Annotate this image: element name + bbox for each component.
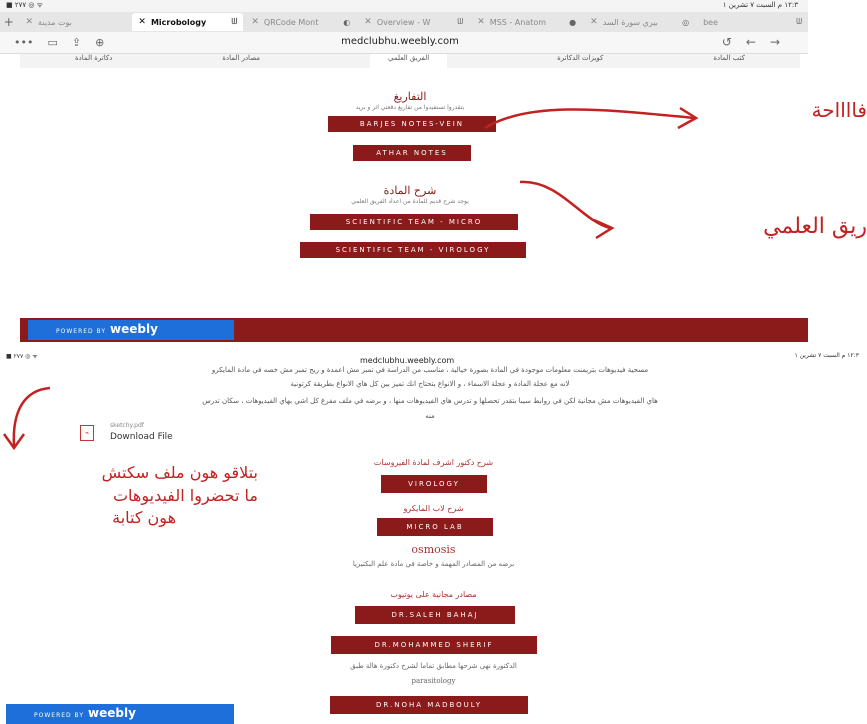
close-icon[interactable]: ✕: [590, 17, 598, 27]
close-icon[interactable]: ✕: [477, 17, 485, 27]
annotation-text: فااااحة: [811, 98, 867, 122]
powered-label: POWERED BY: [34, 712, 85, 719]
close-icon[interactable]: ✕: [138, 17, 146, 27]
tab-label: Microbology: [150, 17, 207, 27]
status-bar: ■ ٢٧٧ ◎ ᯤ ١٢:٣ م السبت ٧ تشرين ١: [0, 0, 808, 12]
bottom-screenshot: ■ ٢٧٧ ◎ ᯤ medclubhu.weebly.com ١٢:٣ م ال…: [0, 350, 867, 724]
more-icon[interactable]: •••: [14, 36, 33, 49]
download-file-link[interactable]: Download File: [110, 432, 173, 442]
new-tab-icon[interactable]: +: [0, 15, 17, 29]
status-left: ■ ٢٧٧ ◎ ᯤ: [6, 353, 38, 360]
annotation-text: هون كتابة: [112, 508, 176, 527]
dr-saleh-button[interactable]: DR.SALEH BAHAJ: [355, 606, 515, 624]
nav-item-active[interactable]: الفريق العلمي: [370, 54, 448, 68]
note-text: الدكتورة نهى شرحها مطابق تماما لشرح دكتو…: [350, 662, 517, 670]
dr-noha-button[interactable]: DR.NOHA MADBOULY: [330, 696, 528, 714]
powered-by-weebly[interactable]: POWERED BY weebly: [6, 704, 234, 724]
status-right: ١٢:٣ م السبت ٧ تشرين ١: [794, 352, 859, 359]
weebly-logo: weebly: [110, 322, 158, 336]
description-line: منه: [425, 412, 435, 420]
tab-4[interactable]: ✕ MSS - Anatom ●: [471, 13, 582, 31]
weebly-logo: weebly: [88, 706, 136, 720]
close-icon[interactable]: ✕: [364, 17, 372, 27]
free-label: مصادر مجانية على يوتيوب: [390, 590, 477, 599]
annotation-arrows: [484, 106, 699, 240]
powered-label: POWERED BY: [56, 328, 107, 335]
nav-item[interactable]: مصادر المادة: [222, 54, 260, 68]
status-right: ١٢:٣ م السبت ٧ تشرين ١: [722, 1, 798, 9]
close-icon[interactable]: ✕: [25, 17, 33, 27]
download-filename: sketchy.pdf: [110, 422, 144, 429]
tab-bar: + ✕ بوت مدينة ✕ Microbology ᗯ ✕ QRCode Mont ◐…: [0, 12, 808, 32]
tab-label: QRCode Mont: [263, 17, 319, 27]
description-line: لانه مع عجلة المادة و عجلة الاسماء ، و ا…: [290, 380, 570, 388]
site-icon: ◎: [682, 17, 690, 27]
tab-1[interactable]: ✕ Microbology ᗯ: [132, 13, 244, 31]
note-word: parasitology: [411, 677, 456, 685]
tab-0[interactable]: ✕ بوت مدينة: [19, 13, 130, 31]
nav-item[interactable]: كويزات الدكاترة: [557, 54, 603, 68]
weebly-icon: ᗯ: [796, 17, 803, 26]
site-icon: ●: [569, 17, 577, 27]
weebly-icon: ᗯ: [231, 17, 238, 26]
weebly-icon: ᗯ: [457, 17, 464, 26]
site-nav: دكاترة المادة مصادر المادة الفريق العلمي…: [20, 54, 800, 68]
annotation-arrows: [2, 386, 51, 451]
collage: ■ ٢٧٧ ◎ ᯤ ١٢:٣ م السبت ٧ تشرين ١ + ✕ بوت …: [0, 0, 867, 724]
nav-item[interactable]: دكاترة المادة: [75, 54, 112, 68]
annotation-text: ريق العلمي: [763, 214, 867, 239]
status-left: ■ ٢٧٧ ◎ ᯤ: [6, 1, 44, 9]
dr-mohammed-button[interactable]: DR.MOHAMMED SHERIF: [331, 636, 537, 654]
tab-3[interactable]: ✕ Overview - W ᗯ: [358, 13, 469, 31]
close-icon[interactable]: ✕: [251, 17, 259, 27]
tab-2[interactable]: ✕ QRCode Mont ◐: [245, 13, 356, 31]
arrow-icon: [12, 386, 51, 447]
reader-icon[interactable]: ▭: [47, 36, 57, 49]
athar-notes-button[interactable]: ATHAR NOTES: [353, 145, 471, 161]
nav-icons[interactable]: ↺←→: [722, 35, 794, 49]
osmosis-title: osmosis: [411, 543, 456, 556]
site-icon: ◐: [343, 17, 351, 27]
url-bar[interactable]: medclubhu.weebly.com: [300, 36, 500, 47]
arrow-icon: [484, 108, 696, 130]
description-line: هاي الفيديوهات مش مجانية لكن في روابط سي…: [202, 397, 658, 405]
annotation-text: ما تحضروا الفيديوهات: [112, 486, 258, 505]
tab-label: Overview - W: [376, 17, 431, 27]
tab-label: بوت مدينة: [38, 17, 72, 27]
tab-label: bee: [703, 17, 718, 27]
nav-item[interactable]: كتب المادة: [713, 54, 745, 68]
tab-label: بيري سورة السد: [602, 17, 658, 27]
share-icon[interactable]: ⇪: [72, 36, 81, 49]
description-line: مسحية فيديوهات بتريمنت معلومات موجودة في…: [211, 366, 649, 374]
extensions-icon[interactable]: ⊕: [95, 36, 104, 49]
tab-6[interactable]: bee ᗯ: [697, 13, 808, 31]
status-bar: ■ ٢٧٧ ◎ ᯤ medclubhu.weebly.com ١٢:٣ م ال…: [0, 350, 867, 365]
powered-by-weebly[interactable]: POWERED BY weebly: [28, 320, 234, 340]
micro-lab-button[interactable]: MICRO LAB: [377, 518, 493, 536]
tab-label: MSS - Anatom: [489, 17, 547, 27]
browser-toolbar: ••• ▭ ⇪ ⊕ medclubhu.weebly.com ↺←→: [0, 32, 808, 54]
tab-5[interactable]: ✕ بيري سورة السد ◎: [584, 13, 695, 31]
virology-button[interactable]: VIROLOGY: [381, 475, 487, 493]
annotation-text: بتلاقو هون ملف سكتش: [101, 463, 258, 482]
pdf-icon[interactable]: ⌁: [80, 425, 94, 441]
osmosis-desc: برضه من المصادر المهمة و خاصة في مادة عل…: [352, 560, 515, 568]
